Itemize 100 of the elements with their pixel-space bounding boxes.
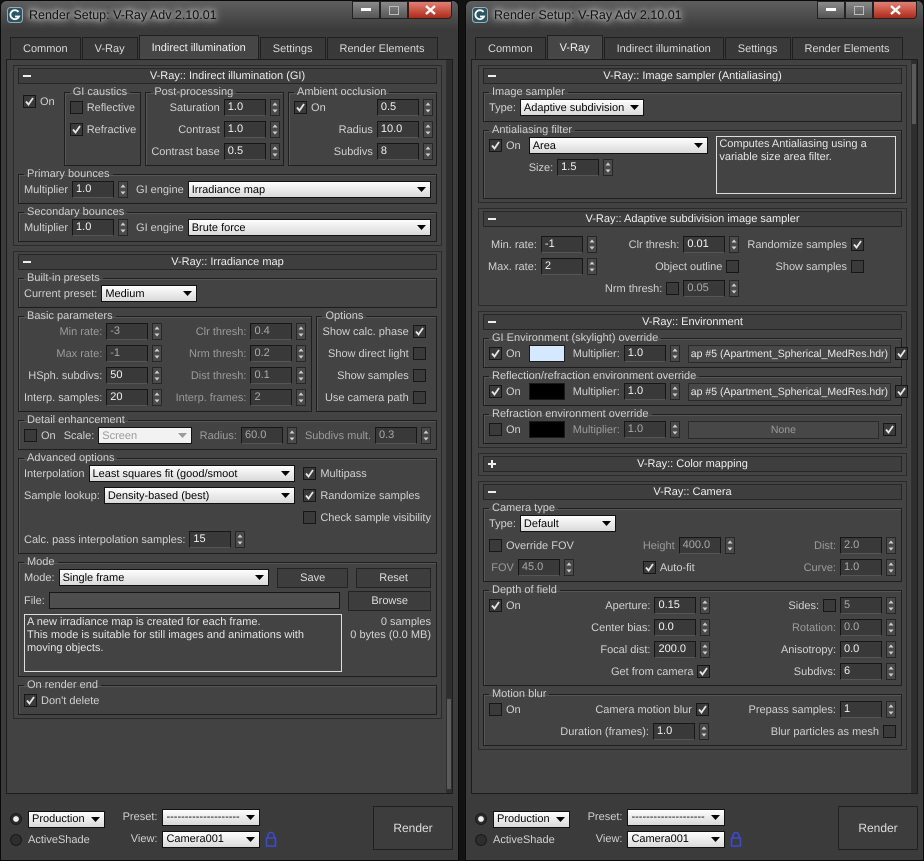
tab[interactable]: Settings	[260, 37, 326, 59]
number-field[interactable]: -1	[540, 236, 583, 253]
checkbox[interactable]	[697, 665, 710, 678]
checkbox[interactable]	[489, 139, 502, 152]
spinner-arrows-icon[interactable]	[670, 345, 680, 362]
dropdown[interactable]: Single frame	[58, 569, 270, 586]
checkbox[interactable]	[303, 489, 316, 502]
action-button[interactable]: Browse	[348, 591, 431, 611]
dropdown[interactable]: Medium	[101, 285, 198, 302]
number-field[interactable]: 0.5	[224, 143, 266, 160]
dropdown[interactable]: Production	[493, 810, 570, 828]
checkbox[interactable]	[851, 238, 864, 251]
number-field[interactable]: 1	[840, 701, 882, 718]
checkbox[interactable]	[23, 95, 36, 108]
number-field[interactable]: 1.0	[224, 121, 266, 138]
spinner-arrows-icon[interactable]	[886, 597, 896, 614]
number-field[interactable]: 50	[106, 367, 148, 384]
spinner-arrows-icon[interactable]	[422, 121, 433, 138]
minimize-button[interactable]	[817, 1, 845, 19]
checkbox[interactable]	[489, 599, 502, 612]
map-button[interactable]: ap #5 (Apartment_Spherical_MedRes.hdr)	[688, 382, 892, 400]
spinner-arrows-icon[interactable]	[270, 121, 280, 138]
checkbox[interactable]	[294, 101, 308, 114]
spinner-arrows-icon[interactable]	[296, 345, 306, 362]
spinner-arrows-icon[interactable]	[564, 559, 574, 576]
spinner-arrows-icon[interactable]	[603, 159, 614, 176]
maximize-button[interactable]	[845, 1, 873, 19]
dropdown[interactable]: Default	[520, 515, 616, 532]
checkbox[interactable]	[696, 703, 709, 716]
spinner-arrows-icon[interactable]	[296, 367, 306, 384]
checkbox[interactable]	[489, 385, 502, 398]
minimize-button[interactable]	[352, 1, 380, 19]
spinner-arrows-icon[interactable]	[886, 641, 896, 658]
spinner-arrows-icon[interactable]	[700, 597, 710, 614]
render-button[interactable]: Render	[838, 806, 918, 850]
tab[interactable]: Indirect illumination	[138, 35, 259, 59]
spinner-arrows-icon[interactable]	[421, 427, 431, 444]
number-field[interactable]: 0.0	[654, 619, 696, 636]
spinner-arrows-icon[interactable]	[296, 389, 306, 406]
color-swatch[interactable]	[528, 421, 565, 438]
spinner-arrows-icon[interactable]	[270, 143, 280, 160]
checkbox[interactable]	[895, 347, 908, 360]
number-field[interactable]: 1.0	[624, 345, 666, 362]
checkbox[interactable]	[895, 385, 908, 398]
rollout-header[interactable]: V-Ray:: Irradiance map	[18, 254, 437, 270]
spinner-arrows-icon[interactable]	[729, 236, 740, 253]
number-field[interactable]: 1.0	[72, 219, 114, 236]
rollout-header[interactable]: V-Ray:: Indirect illumination (GI)	[18, 68, 437, 84]
spinner-arrows-icon[interactable]	[118, 181, 128, 198]
number-field[interactable]: 15	[189, 531, 232, 548]
radio-button[interactable]	[10, 834, 22, 846]
spinner-arrows-icon[interactable]	[152, 389, 162, 406]
spinner-arrows-icon[interactable]	[886, 559, 896, 576]
scrollbar[interactable]	[911, 60, 917, 793]
dropdown[interactable]: Density-based (best)	[104, 487, 296, 504]
checkbox[interactable]	[726, 260, 740, 273]
spinner-arrows-icon[interactable]	[670, 383, 680, 400]
close-button[interactable]	[873, 1, 917, 19]
tab[interactable]: Common	[475, 37, 546, 59]
tab[interactable]: Render Elements	[792, 37, 902, 59]
number-field[interactable]: 1.5	[557, 159, 600, 176]
spinner-arrows-icon[interactable]	[586, 258, 597, 275]
rollout-header[interactable]: V-Ray:: Image sampler (Antialiasing)	[483, 68, 902, 84]
spinner-arrows-icon[interactable]	[152, 323, 162, 340]
checkbox[interactable]	[303, 467, 316, 480]
rollout-header[interactable]: V-Ray:: Color mapping	[483, 456, 902, 472]
tab[interactable]: Settings	[724, 37, 790, 59]
checkbox[interactable]	[24, 694, 37, 707]
spinner-arrows-icon[interactable]	[700, 619, 710, 636]
number-field[interactable]: 1.0	[652, 723, 695, 740]
checkbox[interactable]	[303, 511, 316, 524]
number-field[interactable]: 2	[540, 258, 583, 275]
spinner-arrows-icon[interactable]	[886, 537, 896, 554]
maximize-button[interactable]	[380, 1, 408, 19]
checkbox[interactable]	[882, 725, 896, 738]
spinner-arrows-icon[interactable]	[286, 427, 297, 444]
tab[interactable]: V-Ray	[82, 37, 138, 59]
checkbox[interactable]	[851, 260, 864, 273]
dropdown[interactable]: Adaptive subdivision	[520, 99, 644, 116]
number-field[interactable]: 0.01	[683, 236, 726, 253]
radio-button[interactable]	[475, 813, 487, 825]
number-field[interactable]: 10.0	[376, 121, 419, 138]
rollout-header[interactable]: V-Ray:: Environment	[483, 314, 902, 330]
scrollbar[interactable]	[446, 60, 452, 793]
dropdown[interactable]: --------------------	[162, 808, 260, 826]
spinner-arrows-icon[interactable]	[886, 663, 896, 680]
checkbox[interactable]	[642, 561, 656, 574]
number-field[interactable]: 200.0	[654, 641, 696, 658]
checkbox[interactable]	[412, 391, 426, 404]
spinner-arrows-icon[interactable]	[724, 537, 735, 554]
dropdown[interactable]: Camera001	[162, 830, 260, 848]
render-button[interactable]: Render	[373, 806, 453, 850]
checkbox[interactable]	[412, 325, 426, 338]
radio-button[interactable]	[10, 813, 22, 825]
tab[interactable]: Common	[10, 37, 81, 59]
number-field[interactable]: 1.0	[224, 99, 266, 116]
color-swatch[interactable]	[528, 383, 565, 400]
rollout-header[interactable]: V-Ray:: Camera	[483, 484, 902, 500]
map-button[interactable]: ap #5 (Apartment_Spherical_MedRes.hdr)	[688, 344, 892, 362]
dropdown[interactable]: Irradiance map	[188, 181, 431, 198]
